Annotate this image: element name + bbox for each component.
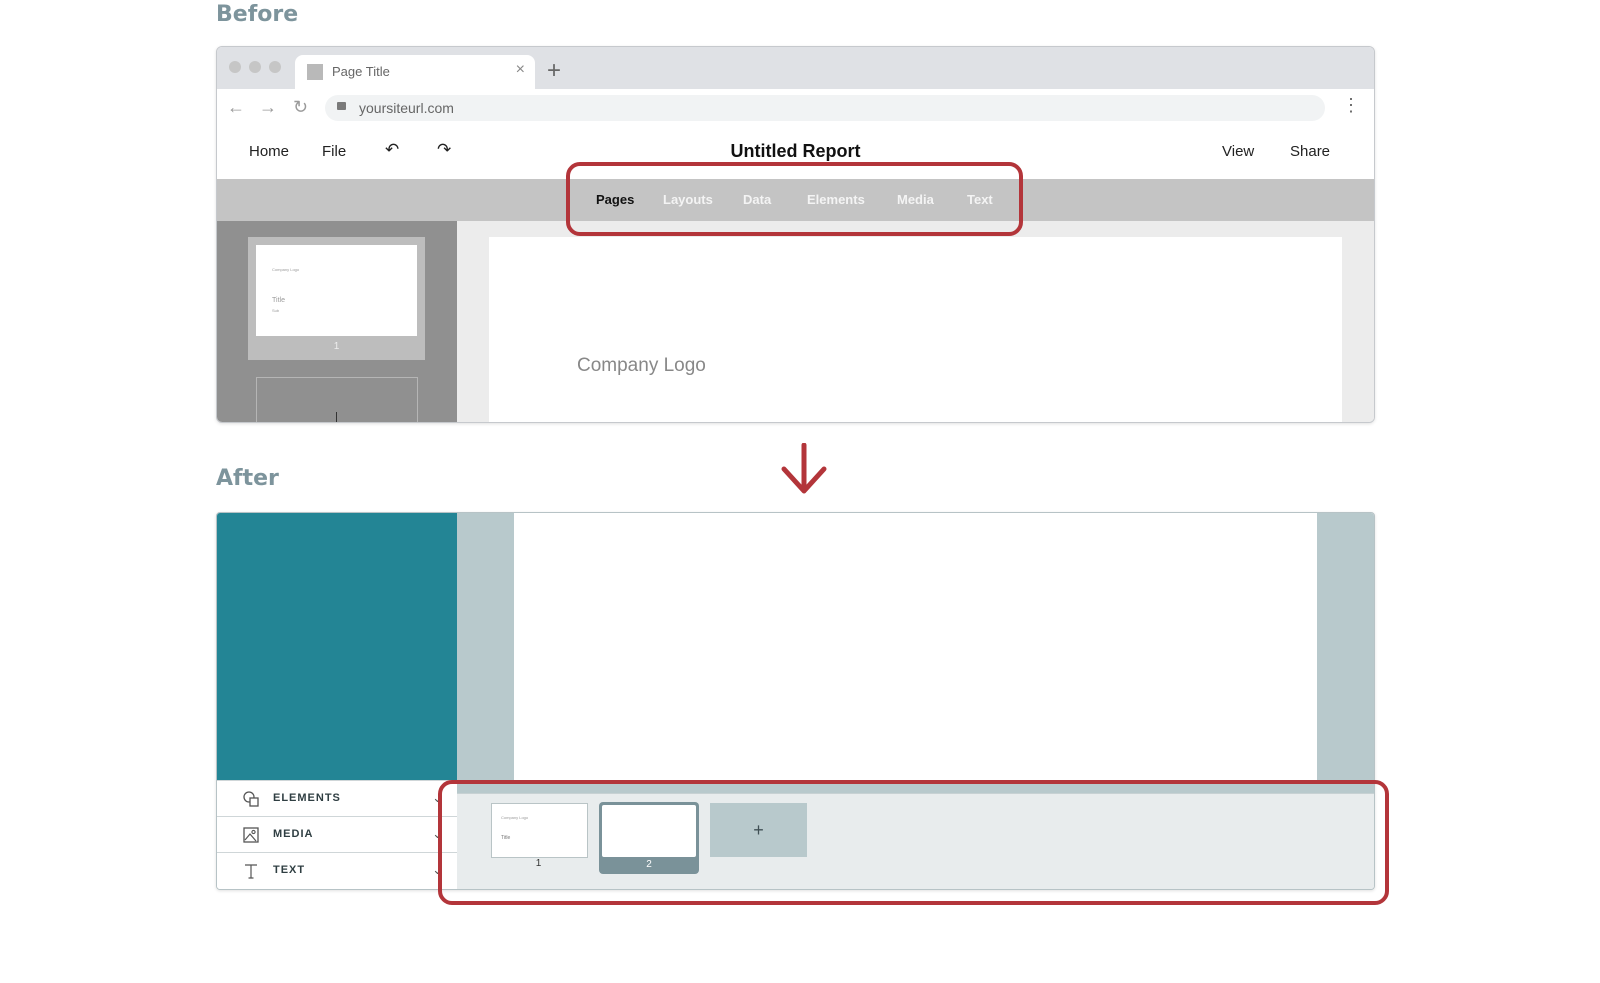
url-field[interactable]: yoursiteurl.com (325, 95, 1325, 121)
back-arrow-icon[interactable]: ← (227, 97, 245, 118)
share-button[interactable]: Share (1290, 143, 1330, 160)
window-maximize-dot[interactable] (269, 61, 281, 73)
close-icon[interactable]: × (516, 61, 525, 79)
thumb-company-logo: Company Logo (272, 267, 300, 272)
reload-icon[interactable]: ↻ (293, 97, 308, 118)
before-label: Before (216, 2, 299, 27)
accordion-label: TEXT (273, 864, 306, 876)
window-close-dot[interactable] (229, 61, 241, 73)
shapes-icon (243, 791, 259, 807)
after-label: After (216, 466, 279, 491)
thumb-title: Title (272, 297, 285, 304)
forward-arrow-icon[interactable]: → (259, 97, 277, 118)
accordion-text[interactable]: TEXT ⌄ (217, 852, 457, 889)
accordion-elements[interactable]: ELEMENTS ⌄ (217, 780, 457, 817)
pages-panel: Company Logo Title Sub 1 (217, 221, 457, 422)
accordion-label: ELEMENTS (273, 792, 341, 804)
new-tab-button[interactable]: + (547, 57, 561, 85)
favicon-icon (307, 64, 323, 80)
tab-strip: Page Title × + (217, 47, 1374, 89)
add-page-slot[interactable] (256, 377, 418, 422)
view-menu[interactable]: View (1222, 143, 1254, 160)
tab-title: Page Title (332, 64, 390, 79)
more-options-icon[interactable]: ⋮ (1342, 95, 1360, 116)
text-icon (245, 864, 257, 879)
down-arrow-icon (781, 443, 827, 494)
document-title[interactable]: Untitled Report (217, 141, 1374, 162)
browser-tab[interactable]: Page Title × (295, 55, 535, 89)
text-cursor-icon (336, 412, 337, 422)
page-thumbnail-1[interactable]: Company Logo Title Sub 1 (248, 237, 425, 360)
page-strip-highlight (438, 780, 1389, 905)
tool-tabs-highlight (566, 162, 1023, 236)
report-canvas (457, 513, 1374, 793)
lock-icon (337, 102, 346, 110)
sidebar-panel (217, 513, 457, 781)
report-page[interactable] (514, 513, 1317, 781)
window-minimize-dot[interactable] (249, 61, 261, 73)
address-bar-row: ← → ↻ yoursiteurl.com ⋮ (217, 89, 1374, 128)
accordion-label: MEDIA (273, 828, 314, 840)
page-number: 1 (333, 341, 340, 352)
thumb-subtitle: Sub (272, 308, 280, 313)
image-icon (243, 827, 259, 843)
report-page[interactable]: Company Logo (489, 237, 1342, 422)
report-canvas: Company Logo (457, 221, 1374, 422)
accordion-media[interactable]: MEDIA ⌄ (217, 816, 457, 853)
url-text: yoursiteurl.com (359, 100, 454, 116)
page-thumbnail-preview: Company Logo Title Sub (256, 245, 417, 336)
company-logo-placeholder[interactable]: Company Logo (577, 355, 706, 377)
